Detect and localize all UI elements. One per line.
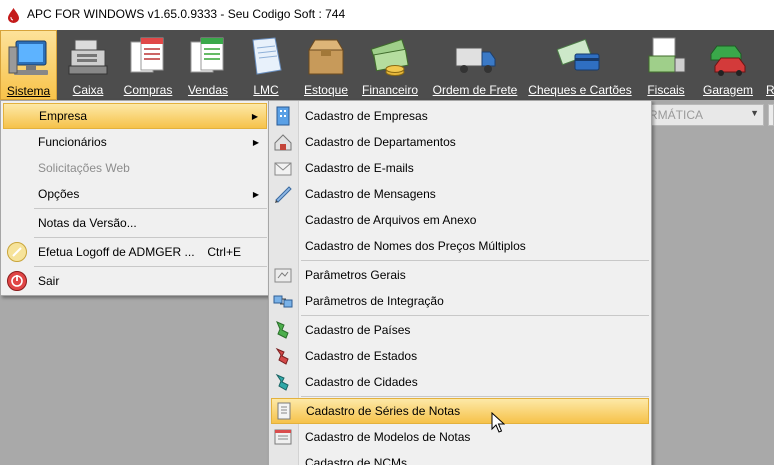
window-title: APC FOR WINDOWS v1.65.0.9333 - Seu Codig… [27, 7, 346, 21]
menu-separator [34, 237, 267, 238]
toolbar-button-estoque[interactable]: Estoque [300, 30, 352, 100]
menu-separator [34, 266, 267, 267]
integration-icon [273, 295, 293, 308]
toolbar-button-caixa[interactable]: Caixa [63, 30, 113, 100]
building-icon [276, 106, 290, 126]
menu-item-funcionarios[interactable]: Funcionários ▶ [3, 129, 267, 155]
menu-separator [301, 315, 649, 316]
menu-item-cadastro-de-nomes-dos-precos-multiplos[interactable]: Cadastro de Nomes dos Preços Múltiplos [271, 233, 649, 259]
cars-icon [710, 45, 746, 76]
title-bar: APC FOR WINDOWS v1.65.0.9333 - Seu Codig… [0, 0, 774, 30]
city-icon [275, 373, 289, 391]
toolbar-button-r[interactable]: R [762, 30, 774, 100]
submenu-arrow-icon: ▶ [251, 111, 258, 121]
main-toolbar: Sistema Caixa Compras Vendas LMC Estoque… [0, 30, 774, 100]
menu-item-cadastro-de-empresas[interactable]: Cadastro de Empresas [271, 103, 649, 129]
menu-item-cadastro-de-modelos-de-notas[interactable]: Cadastro de Modelos de Notas [271, 424, 649, 450]
menu-item-cadastro-de-estados[interactable]: Cadastro de Estados [271, 343, 649, 369]
menu-separator [34, 208, 267, 209]
toolbar-button-compras[interactable]: Compras [120, 30, 176, 100]
notes-series-icon [277, 402, 291, 420]
menu-separator [301, 260, 649, 261]
menu-item-cadastro-de-mensagens[interactable]: Cadastro de Mensagens [271, 181, 649, 207]
menu-item-cadastro-de-emails[interactable]: Cadastro de E-mails [271, 155, 649, 181]
logoff-icon [7, 242, 27, 262]
menu-item-opcoes[interactable]: Opções ▶ [3, 181, 267, 207]
box-icon [308, 39, 344, 75]
menu-item-cadastro-de-ncms[interactable]: Cadastro de NCMs [271, 450, 649, 465]
menu-item-cadastro-de-paises[interactable]: Cadastro de Países [271, 317, 649, 343]
menu-item-cadastro-de-cidades[interactable]: Cadastro de Cidades [271, 369, 649, 395]
toolbar-button-cheques-e-cartoes[interactable]: Cheques e Cartões [528, 30, 632, 100]
toolbar-button-ordem-de-frete[interactable]: Ordem de Frete [430, 30, 520, 100]
empresa-submenu: Cadastro de Empresas Cadastro de Departa… [268, 100, 652, 465]
toolbar-button-vendas[interactable]: Vendas [183, 30, 233, 100]
toolbar-button-financeiro[interactable]: Financeiro [359, 30, 421, 100]
menu-item-parametros-de-integracao[interactable]: Parâmetros de Integração [271, 288, 649, 314]
purchase-forms-icon [130, 37, 164, 73]
menu-item-solicitacoes-web: Solicitações Web [38, 161, 130, 175]
sales-forms-icon [190, 37, 224, 73]
company-combo[interactable]: RMÁTICA ▼ [640, 104, 764, 126]
cash-register-icon [68, 39, 108, 75]
report-icon [762, 34, 774, 80]
menu-item-parametros-gerais[interactable]: Parâmetros Gerais [271, 262, 649, 288]
menu-item-cadastro-de-arquivos-em-anexo[interactable]: Cadastro de Arquivos em Anexo [271, 207, 649, 233]
notes-model-icon [274, 429, 292, 445]
menu-item-logoff[interactable]: Efetua Logoff de ADMGER ... Ctrl+E [3, 239, 267, 265]
submenu-arrow-icon: ▶ [252, 137, 259, 147]
message-icon [275, 186, 292, 203]
toolbar-button-fiscais[interactable]: Fiscais [642, 30, 690, 100]
logoff-shortcut: Ctrl+E [207, 245, 241, 259]
toolbar-button-sistema[interactable]: Sistema [0, 30, 57, 100]
menu-separator [301, 396, 649, 397]
fiscal-icon [648, 37, 686, 73]
side-control[interactable] [768, 104, 774, 126]
company-combo-value: RMÁTICA [649, 108, 703, 122]
toolbar-button-garagem[interactable]: Garagem [700, 30, 756, 100]
menu-item-empresa[interactable]: Empresa ▶ [3, 103, 267, 129]
menu-item-sair[interactable]: Sair [3, 268, 267, 294]
exit-icon [7, 271, 27, 291]
department-icon [274, 134, 292, 151]
email-icon [274, 162, 292, 176]
chevron-down-icon[interactable]: ▼ [750, 108, 759, 118]
menu-item-cadastro-de-series-de-notas[interactable]: Cadastro de Séries de Notas [271, 398, 649, 424]
country-icon [276, 321, 289, 339]
toolbar-button-lmc[interactable]: LMC [242, 30, 290, 100]
menu-item-notas-da-versao[interactable]: Notas da Versão... [3, 210, 267, 236]
document-icon [252, 37, 282, 75]
submenu-arrow-icon: ▶ [252, 189, 259, 199]
checks-cards-icon [557, 38, 600, 71]
state-icon [275, 347, 289, 365]
truck-icon [455, 47, 496, 73]
computer-icon [8, 40, 48, 75]
money-icon [370, 38, 409, 76]
settings-icon [274, 268, 292, 283]
sistema-menu: Empresa ▶ Funcionários ▶ Solicitações We… [0, 100, 270, 296]
mouse-cursor-icon [491, 412, 505, 433]
menu-item-cadastro-de-departamentos[interactable]: Cadastro de Departamentos [271, 129, 649, 155]
app-logo-icon [8, 8, 19, 23]
